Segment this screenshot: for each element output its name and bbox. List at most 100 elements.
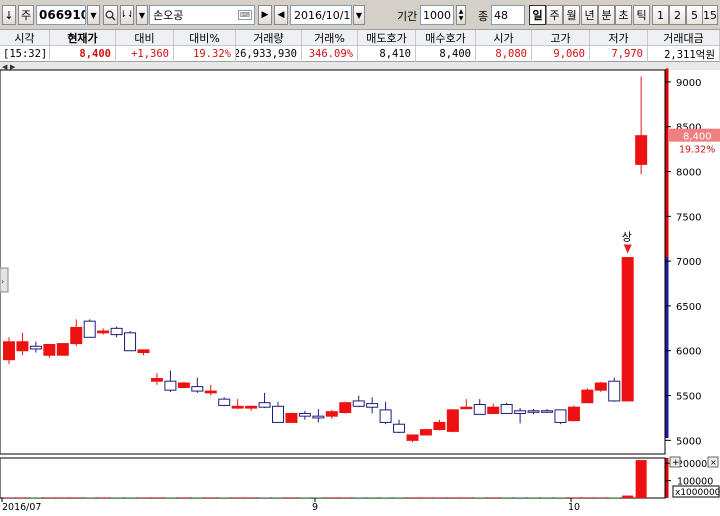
quote-value-low: 7,970 bbox=[590, 46, 648, 62]
candle-body-41 bbox=[554, 409, 567, 423]
volume-bar-41 bbox=[554, 497, 566, 498]
sort-order-icon[interactable]: ⇂⇃ bbox=[119, 5, 135, 25]
quote-header-ask-price: 매도호가 bbox=[358, 30, 416, 46]
volume-bar-28 bbox=[380, 497, 392, 498]
timeframe-tab-10[interactable]: 15 bbox=[702, 5, 718, 25]
candle-body-28 bbox=[379, 409, 392, 423]
quote-header-volume-pct: 거래% bbox=[302, 30, 358, 46]
candle-body-47 bbox=[635, 135, 648, 165]
timeframe-tab-2[interactable]: 월 bbox=[563, 5, 580, 25]
candle-46 bbox=[621, 257, 634, 402]
code-dropdown-icon[interactable]: ▼ bbox=[87, 5, 100, 25]
volume-bar-12 bbox=[164, 497, 176, 498]
quote-header-change: 대비 bbox=[116, 30, 174, 46]
next-button[interactable]: ▶ bbox=[258, 5, 272, 25]
candle-13 bbox=[177, 382, 190, 389]
timeframe-tab-0[interactable]: 일 bbox=[529, 5, 546, 25]
volume-bar-15 bbox=[205, 497, 217, 498]
volume-bar-34 bbox=[460, 497, 472, 498]
candle-body-23 bbox=[312, 415, 325, 419]
candle-body-22 bbox=[298, 412, 311, 417]
candle-body-10 bbox=[137, 349, 150, 354]
candle-4 bbox=[56, 343, 69, 356]
prev-button[interactable]: ◀ bbox=[274, 5, 288, 25]
timeframe-tab-8[interactable]: 2 bbox=[669, 5, 686, 25]
volume-bar-25 bbox=[339, 497, 351, 498]
candle-body-44 bbox=[594, 382, 607, 391]
volume-bar-26 bbox=[353, 497, 365, 498]
x-tick-label-0: 2016/07 bbox=[2, 502, 41, 513]
period-input[interactable]: 1000 bbox=[420, 5, 454, 25]
candle-body-1 bbox=[16, 341, 29, 352]
period-label: 기간 bbox=[397, 10, 418, 23]
count-label: 종 bbox=[478, 10, 489, 23]
timeframe-tab-6[interactable]: 틱 bbox=[633, 5, 650, 25]
candle-body-38 bbox=[514, 410, 527, 414]
quote-value-high: 9,060 bbox=[532, 46, 590, 62]
quote-value-turnover: 2,311억원 bbox=[648, 46, 720, 62]
volume-bar-2 bbox=[30, 497, 42, 498]
quote-header-time: 시각 bbox=[0, 30, 50, 46]
volume-bar-18 bbox=[245, 497, 257, 498]
volume-bar-23 bbox=[312, 497, 324, 498]
candle-body-39 bbox=[527, 410, 540, 413]
keyboard-icon[interactable]: ⌨ bbox=[237, 10, 252, 20]
sort-dropdown-icon[interactable]: ▼ bbox=[136, 5, 148, 25]
calendar-dropdown-icon[interactable]: ▼ bbox=[353, 5, 365, 25]
price-tick-label-1: 5500 bbox=[676, 392, 701, 403]
period-spinner[interactable]: ▲ ▼ bbox=[456, 5, 466, 25]
candle-body-46 bbox=[621, 257, 634, 402]
market-button[interactable]: 주 bbox=[18, 5, 34, 25]
candle-body-29 bbox=[393, 423, 406, 433]
volume-bar-35 bbox=[474, 497, 486, 498]
candle-body-8 bbox=[110, 327, 123, 336]
stock-code-input[interactable]: 066910 bbox=[36, 5, 86, 25]
price-tick-label-6: 8000 bbox=[676, 168, 701, 179]
quote-header-turnover: 거래대금 bbox=[648, 30, 720, 46]
candle-21 bbox=[285, 412, 298, 423]
timeframe-tab-5[interactable]: 초 bbox=[615, 5, 632, 25]
sort-arrow-button[interactable]: ↓ bbox=[2, 5, 16, 25]
volume-bar-30 bbox=[407, 497, 418, 498]
stock-name: 손오공 bbox=[153, 9, 184, 22]
current-price-label: 8,400 bbox=[683, 132, 712, 143]
quote-value-open: 8,080 bbox=[476, 46, 532, 62]
stock-name-field: 손오공 ⌨ bbox=[149, 5, 255, 25]
quote-header-low: 저가 bbox=[590, 30, 648, 46]
timeframe-tab-7[interactable]: 1 bbox=[652, 5, 669, 25]
candle-body-33 bbox=[446, 409, 459, 432]
price-tick-label-4: 7000 bbox=[676, 257, 701, 268]
candle-45 bbox=[608, 377, 621, 402]
limit-up-marker: 상 bbox=[622, 231, 632, 244]
candle-body-25 bbox=[339, 402, 352, 414]
candle-body-5 bbox=[70, 326, 83, 345]
timeframe-tab-9[interactable]: 5 bbox=[686, 5, 703, 25]
chart-area: ◀ ▶ › 5000 5500 6000 6500 7000 7500 8000 8500 9000 8… bbox=[0, 62, 720, 516]
volume-bar-40 bbox=[541, 497, 553, 498]
candle-body-0 bbox=[3, 341, 15, 361]
quote-value-volume-pct: 346.09% bbox=[302, 46, 358, 62]
quote-value-change: +1,360 bbox=[116, 46, 174, 62]
candlestick-chart[interactable]: ◀ ▶›5000550060006500700075008000850090008… bbox=[0, 62, 720, 516]
volume-bar-11 bbox=[151, 497, 163, 498]
timeframe-tab-3[interactable]: 년 bbox=[581, 5, 598, 25]
quote-value-time: [15:32] bbox=[0, 46, 50, 62]
volume-bar-27 bbox=[366, 497, 378, 498]
date-input[interactable]: 2016/10/11 bbox=[290, 5, 352, 25]
volume-bar-10 bbox=[138, 497, 149, 498]
search-icon[interactable] bbox=[103, 5, 118, 25]
quote-header-current-price: 현재가 bbox=[50, 30, 116, 46]
volume-bar-46 bbox=[622, 495, 634, 498]
candle-body-37 bbox=[500, 404, 513, 414]
candle-body-30 bbox=[406, 434, 419, 441]
volume-bar-17 bbox=[232, 497, 244, 498]
timeframe-tab-1[interactable]: 주 bbox=[546, 5, 563, 25]
quote-header-high: 고가 bbox=[532, 30, 590, 46]
volume-bar-44 bbox=[595, 497, 607, 498]
timeframe-tab-4[interactable]: 분 bbox=[598, 5, 615, 25]
volume-bar-24 bbox=[326, 497, 338, 498]
candle-body-15 bbox=[204, 390, 217, 394]
count-input[interactable]: 48 bbox=[491, 5, 525, 25]
candle-body-12 bbox=[164, 380, 177, 391]
candle-body-21 bbox=[285, 412, 298, 423]
